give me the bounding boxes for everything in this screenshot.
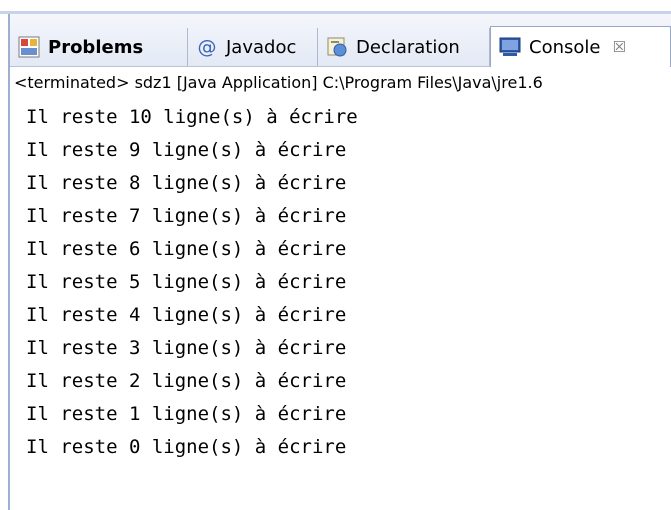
- console-output[interactable]: Il reste 10 ligne(s) à écrire Il reste 9…: [10, 101, 671, 510]
- tab-declaration[interactable]: Declaration: [318, 28, 490, 66]
- console-icon: [499, 36, 521, 58]
- tab-javadoc[interactable]: @ Javadoc: [188, 28, 318, 66]
- console-line: Il reste 1 ligne(s) à écrire: [26, 403, 347, 425]
- console-line: Il reste 10 ligne(s) à écrire: [26, 106, 358, 128]
- console-line: Il reste 7 ligne(s) à écrire: [26, 205, 347, 227]
- console-line: Il reste 5 ligne(s) à écrire: [26, 271, 347, 293]
- problems-icon: [18, 36, 40, 58]
- javadoc-at-icon: @: [197, 36, 217, 58]
- console-line: Il reste 4 ligne(s) à écrire: [26, 304, 347, 326]
- console-status: <terminated> sdz1 [Java Application] C:\…: [10, 67, 671, 99]
- console-line: Il reste 6 ligne(s) à écrire: [26, 238, 347, 260]
- tab-console[interactable]: Console ☒: [490, 26, 671, 67]
- view-tab-bar: Problems @ Javadoc Declaration Console ☒: [10, 14, 671, 67]
- console-line: Il reste 2 ligne(s) à écrire: [26, 370, 347, 392]
- close-icon[interactable]: ☒: [612, 38, 625, 56]
- console-line: Il reste 8 ligne(s) à écrire: [26, 172, 347, 194]
- tab-problems[interactable]: Problems: [10, 28, 188, 66]
- console-line: Il reste 9 ligne(s) à écrire: [26, 139, 347, 161]
- console-view: Problems @ Javadoc Declaration Console ☒…: [10, 14, 671, 510]
- declaration-icon: [326, 36, 348, 58]
- console-line: Il reste 3 ligne(s) à écrire: [26, 337, 347, 359]
- console-line: Il reste 0 ligne(s) à écrire: [26, 436, 347, 458]
